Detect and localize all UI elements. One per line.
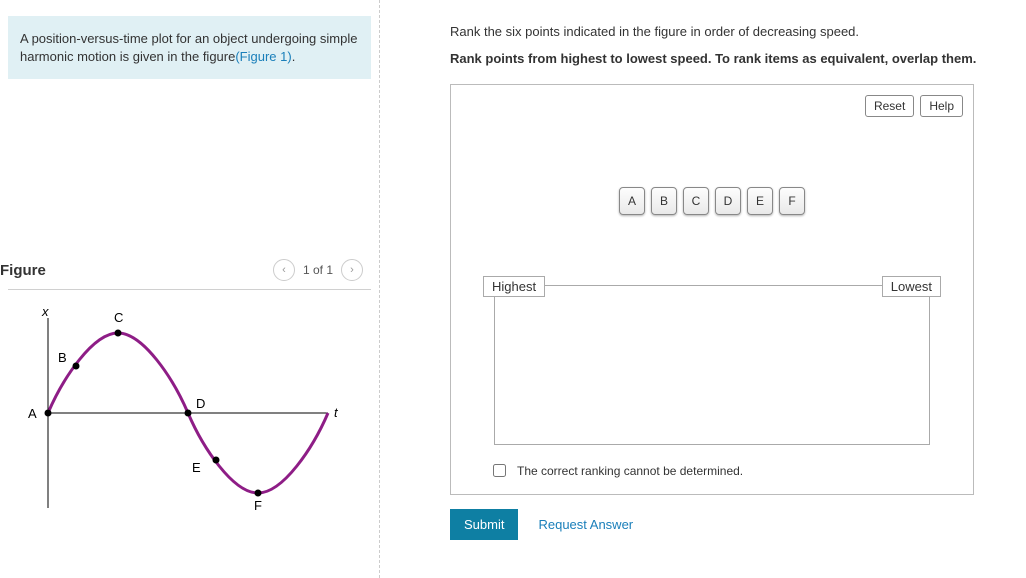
figure-pager: ‹ 1 of 1 ›	[273, 259, 363, 281]
dropzone-right-label: Lowest	[882, 276, 941, 297]
point-d	[185, 410, 192, 417]
right-panel: Rank the six points indicated in the fig…	[390, 0, 1026, 540]
left-panel: A position-versus-time plot for an objec…	[0, 0, 380, 578]
reset-button[interactable]: Reset	[865, 95, 914, 117]
help-button[interactable]: Help	[920, 95, 963, 117]
point-b-label: B	[58, 350, 67, 365]
rank-tile-f[interactable]: F	[779, 187, 805, 215]
pager-prev-button[interactable]: ‹	[273, 259, 295, 281]
point-c-label: C	[114, 310, 123, 325]
rank-tile-a[interactable]: A	[619, 187, 645, 215]
question-instruction: Rank points from highest to lowest speed…	[450, 51, 1016, 66]
cannot-determine-checkbox[interactable]	[493, 464, 506, 477]
problem-prompt: A position-versus-time plot for an objec…	[8, 16, 371, 79]
rank-tile-b[interactable]: B	[651, 187, 677, 215]
prompt-text-end: .	[292, 49, 296, 64]
ranking-widget: Reset Help A B C D E F Highest Lowest Th…	[450, 84, 974, 495]
figure-body: x t A B C D E F	[8, 289, 371, 531]
cannot-determine-label: The correct ranking cannot be determined…	[517, 464, 743, 478]
point-f-label: F	[254, 498, 262, 513]
answer-actions: Submit Request Answer	[450, 509, 1016, 540]
pager-next-button[interactable]: ›	[341, 259, 363, 281]
ranking-dropzone[interactable]: Highest Lowest	[494, 285, 930, 445]
rank-tile-e[interactable]: E	[747, 187, 773, 215]
prompt-text: A position-versus-time plot for an objec…	[20, 31, 357, 64]
rank-tile-c[interactable]: C	[683, 187, 709, 215]
point-a-label: A	[28, 406, 37, 421]
y-axis-label: x	[41, 304, 49, 319]
pager-label: 1 of 1	[303, 263, 333, 277]
tile-shelf: A B C D E F	[461, 187, 963, 215]
point-c	[115, 330, 122, 337]
point-d-label: D	[196, 396, 205, 411]
question-text: Rank the six points indicated in the fig…	[450, 24, 1016, 39]
request-answer-link[interactable]: Request Answer	[538, 517, 633, 532]
x-axis-label: t	[334, 405, 339, 420]
submit-button[interactable]: Submit	[450, 509, 518, 540]
point-f	[255, 490, 262, 497]
point-e-label: E	[192, 460, 201, 475]
rank-tile-d[interactable]: D	[715, 187, 741, 215]
figure-header: Figure ‹ 1 of 1 ›	[0, 259, 371, 285]
point-a	[45, 410, 52, 417]
dropzone-left-label: Highest	[483, 276, 545, 297]
figure-title: Figure	[0, 262, 46, 279]
cannot-determine-row: The correct ranking cannot be determined…	[489, 461, 963, 480]
point-e	[213, 457, 220, 464]
figure-link[interactable]: (Figure 1)	[235, 49, 291, 64]
point-b	[73, 363, 80, 370]
position-vs-time-plot: x t A B C D E F	[8, 298, 348, 528]
